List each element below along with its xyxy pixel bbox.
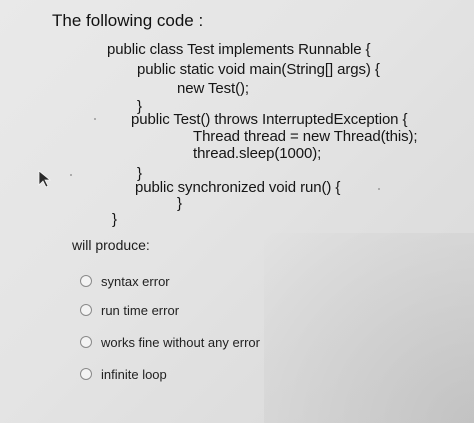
option-infinite-loop[interactable]: infinite loop <box>80 365 167 383</box>
question-title: The following code : <box>52 11 204 30</box>
option-label: run time error <box>101 302 180 318</box>
code-line-9: public synchronized void run() { <box>135 179 341 196</box>
option-label: syntax error <box>101 273 170 289</box>
radio-button-icon[interactable] <box>80 275 92 287</box>
option-syntax-error[interactable]: syntax error <box>80 272 170 290</box>
code-line-1: public class Test implements Runnable { <box>107 41 371 58</box>
code-line-6: Thread thread = new Thread(this); <box>193 128 418 145</box>
question-prompt: will produce: <box>72 237 150 253</box>
option-label: infinite loop <box>101 366 167 382</box>
code-line-10: } <box>177 195 182 212</box>
code-line-7: thread.sleep(1000); <box>193 145 322 162</box>
code-line-2: public static void main(String[] args) { <box>137 61 380 78</box>
option-run-time-error[interactable]: run time error <box>80 301 179 319</box>
dust-speck <box>378 188 380 190</box>
radio-button-icon[interactable] <box>80 304 92 316</box>
radio-button-icon[interactable] <box>80 368 92 380</box>
code-line-5: public Test() throws InterruptedExceptio… <box>131 111 408 128</box>
option-label: works fine without any error <box>101 334 260 350</box>
dust-speck <box>70 174 72 176</box>
radio-button-icon[interactable] <box>80 336 92 348</box>
mouse-pointer-icon <box>38 170 52 188</box>
code-line-3: new Test(); <box>177 80 249 97</box>
code-line-11: } <box>112 211 117 228</box>
option-works-fine[interactable]: works fine without any error <box>80 333 260 351</box>
photo-shading <box>264 233 474 423</box>
dust-speck <box>94 118 96 120</box>
